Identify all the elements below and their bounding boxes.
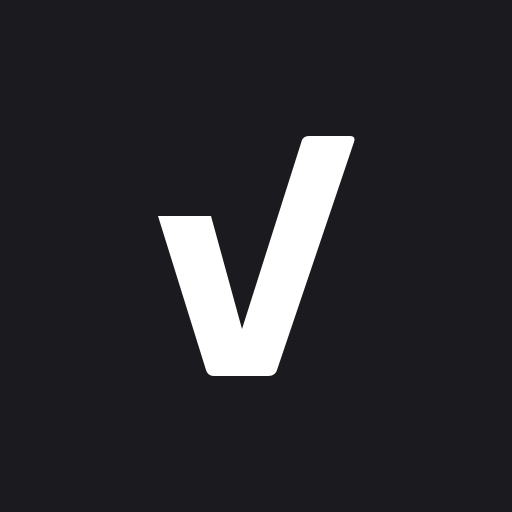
- checkmark-logo-icon: [0, 0, 512, 512]
- checkmark-shape: [158, 136, 355, 376]
- app-icon-canvas: [0, 0, 512, 512]
